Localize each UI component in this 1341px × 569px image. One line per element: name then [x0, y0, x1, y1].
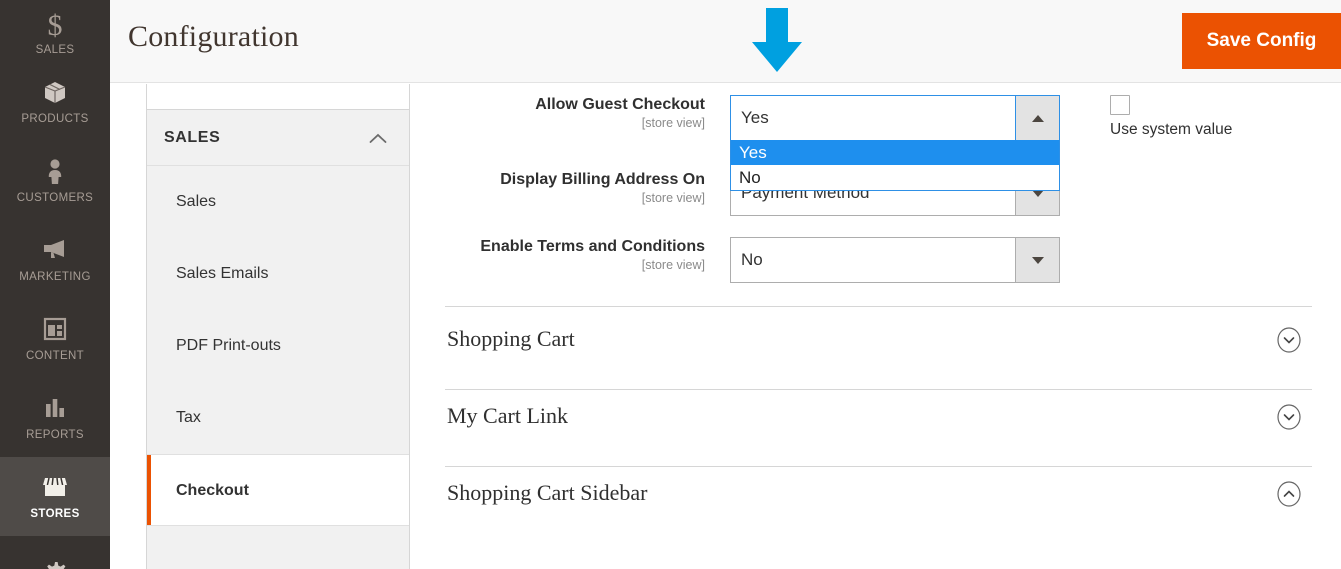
box-icon [41, 79, 69, 109]
sidebar-item-stores[interactable]: STORES [0, 457, 110, 536]
sidebar-item-label: REPORTS [26, 428, 84, 441]
page-title: Configuration [128, 20, 299, 53]
field-label: Display Billing Address On [500, 171, 705, 188]
use-system-value-group: Use system value [1110, 95, 1310, 139]
config-nav-item-sales-emails[interactable]: Sales Emails [147, 238, 409, 310]
select-toggle-down-icon[interactable] [1015, 238, 1059, 282]
config-nav-item-label: Tax [176, 409, 201, 426]
dollar-icon: $ [43, 10, 67, 40]
form-section-divider [445, 306, 1312, 307]
chevron-down-circle-icon[interactable] [1276, 327, 1302, 353]
allow-guest-checkout-select[interactable]: Yes [730, 95, 1060, 141]
allow-guest-checkout-option-list[interactable]: Yes No [730, 140, 1060, 191]
sidebar-item-label: MARKETING [19, 270, 91, 283]
field-enable-terms-and-conditions: Enable Terms and Conditions [store view]… [410, 237, 1341, 283]
option-item-yes[interactable]: Yes [731, 140, 1059, 165]
sidebar-item-label: STORES [30, 507, 80, 520]
sidebar-item-label: CUSTOMERS [16, 191, 94, 204]
configuration-sidebar-scroll-cut [147, 84, 409, 110]
sidebar-item-label: SALES [35, 44, 75, 56]
section-title: My Cart Link [447, 403, 568, 428]
svg-text:$: $ [48, 10, 63, 40]
config-nav-item-sales[interactable]: Sales [147, 166, 409, 238]
sidebar-item-label: PRODUCTS [21, 112, 89, 125]
page-header: Configuration Save Config [110, 0, 1341, 83]
chevron-down-circle-icon[interactable] [1276, 404, 1302, 430]
field-allow-guest-checkout: Allow Guest Checkout [store view] Yes Us… [410, 95, 1341, 141]
gear-icon [40, 559, 70, 569]
select-value: Yes [741, 108, 769, 127]
config-nav-section-label: SALES [164, 129, 221, 146]
field-label: Enable Terms and Conditions [480, 238, 705, 255]
sidebar-item-marketing[interactable]: MARKETING [0, 220, 110, 299]
global-sidebar: $ SALES PRODUCTS CUSTOMERS MARKETING CON… [0, 0, 110, 569]
sidebar-item-content[interactable]: CONTENT [0, 299, 110, 378]
field-scope: [store view] [641, 116, 705, 130]
section-title: Shopping Cart [447, 326, 575, 351]
megaphone-icon [40, 237, 70, 267]
select-toggle-up-icon[interactable] [1015, 96, 1059, 140]
configuration-sidebar: SALES Sales Sales Emails PDF Print-outs … [146, 84, 410, 569]
section-divider [445, 466, 1312, 467]
section-my-cart-link[interactable]: My Cart Link [445, 391, 1312, 467]
sidebar-item-label: CONTENT [25, 349, 85, 362]
section-shopping-cart[interactable]: Shopping Cart [445, 314, 1312, 390]
sidebar-item-system[interactable] [0, 536, 110, 569]
config-nav-item-label: Checkout [176, 482, 249, 499]
config-nav-item-label: Sales [176, 193, 217, 210]
field-scope: [store view] [641, 191, 705, 205]
sidebar-item-sales[interactable]: $ SALES [0, 0, 110, 62]
configuration-content: Allow Guest Checkout [store view] Yes Us… [410, 84, 1341, 569]
person-icon [44, 158, 66, 188]
sidebar-item-products[interactable]: PRODUCTS [0, 62, 110, 141]
field-scope: [store view] [641, 258, 705, 272]
chevron-up-circle-icon[interactable] [1276, 481, 1302, 507]
layout-icon [42, 316, 68, 346]
select-value: No [741, 250, 763, 269]
admin-configuration-page: $ SALES PRODUCTS CUSTOMERS MARKETING CON… [0, 0, 1341, 569]
config-nav-item-pdf-print-outs[interactable]: PDF Print-outs [147, 310, 409, 382]
config-nav-item-label: PDF Print-outs [176, 337, 281, 354]
config-nav-item-tax[interactable]: Tax [147, 382, 409, 454]
use-system-value-checkbox[interactable] [1110, 95, 1130, 115]
sidebar-item-reports[interactable]: REPORTS [0, 378, 110, 457]
sidebar-item-customers[interactable]: CUSTOMERS [0, 141, 110, 220]
store-icon [40, 474, 70, 504]
chevron-up-icon [369, 110, 387, 166]
bar-chart-icon [42, 395, 68, 425]
use-system-value-label: Use system value [1110, 121, 1233, 138]
enable-terms-and-conditions-select[interactable]: No [730, 237, 1060, 283]
config-nav-section-sales[interactable]: SALES [147, 110, 409, 166]
section-title: Shopping Cart Sidebar [447, 480, 648, 505]
section-divider [445, 389, 1312, 390]
config-nav-item-checkout[interactable]: Checkout [147, 454, 409, 526]
save-config-button[interactable]: Save Config [1182, 13, 1341, 69]
section-shopping-cart-sidebar[interactable]: Shopping Cart Sidebar [445, 468, 1312, 544]
field-label: Allow Guest Checkout [535, 96, 705, 113]
config-nav-item-label: Sales Emails [176, 265, 269, 282]
option-item-no[interactable]: No [731, 165, 1059, 190]
